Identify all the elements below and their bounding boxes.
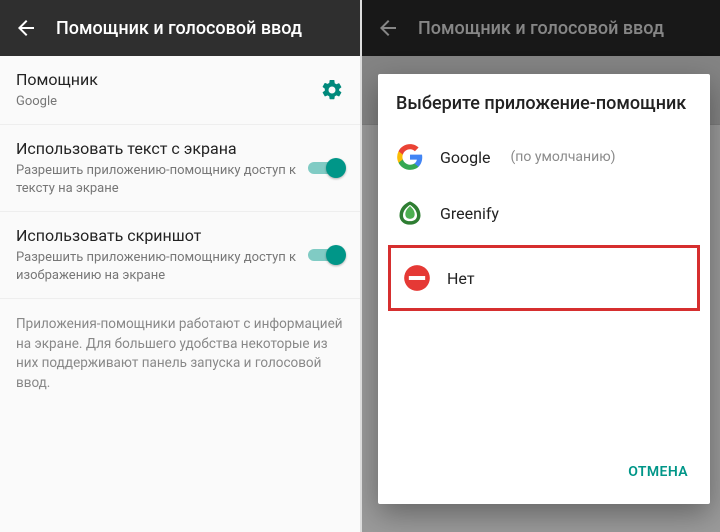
settings-list: Помощник Google Использовать текст с экр… [0, 56, 360, 299]
screen-text-subtitle: Разрешить приложению-помощнику доступ к … [16, 162, 296, 197]
appbar-title: Помощник и голосовой ввод [56, 18, 302, 39]
assistant-chooser-dialog: Выберите приложение-помощник Google (по … [378, 74, 710, 504]
option-greenify[interactable]: Greenify [378, 185, 710, 241]
right-panel: Помощник и голосовой ввод Помощник G Выб… [360, 0, 720, 532]
option-none[interactable]: Нет [388, 245, 700, 311]
dialog-title: Выберите приложение-помощник [378, 74, 710, 129]
no-entry-icon [403, 264, 431, 292]
google-icon [396, 143, 424, 171]
assistant-subtitle: Google [16, 93, 308, 111]
gear-icon[interactable] [320, 78, 344, 102]
back-icon[interactable] [14, 16, 38, 40]
screenshot-title: Использовать скриншот [16, 226, 296, 247]
option-none-label: Нет [447, 269, 475, 288]
screenshot-subtitle: Разрешить приложению-помощнику доступ к … [16, 249, 296, 284]
greenify-icon [396, 199, 424, 227]
assistant-row[interactable]: Помощник Google [0, 56, 360, 125]
footer-note: Приложения-помощники работают с информац… [0, 299, 360, 409]
screenshot-switch[interactable] [308, 245, 344, 265]
option-greenify-label: Greenify [440, 204, 499, 223]
option-google[interactable]: Google (по умолчанию) [378, 129, 710, 185]
dialog-actions: ОТМЕНА [378, 446, 710, 500]
screen-text-title: Использовать текст с экрана [16, 139, 296, 160]
cancel-button[interactable]: ОТМЕНА [620, 454, 696, 490]
use-screenshot-row[interactable]: Использовать скриншот Разрешить приложен… [0, 212, 360, 299]
appbar: Помощник и голосовой ввод [0, 0, 360, 56]
use-screen-text-row[interactable]: Использовать текст с экрана Разрешить пр… [0, 125, 360, 212]
left-panel: Помощник и голосовой ввод Помощник Googl… [0, 0, 360, 532]
option-google-label: Google [440, 148, 491, 167]
assistant-title: Помощник [16, 70, 308, 91]
screen-text-switch[interactable] [308, 158, 344, 178]
option-google-sublabel: (по умолчанию) [511, 149, 616, 165]
